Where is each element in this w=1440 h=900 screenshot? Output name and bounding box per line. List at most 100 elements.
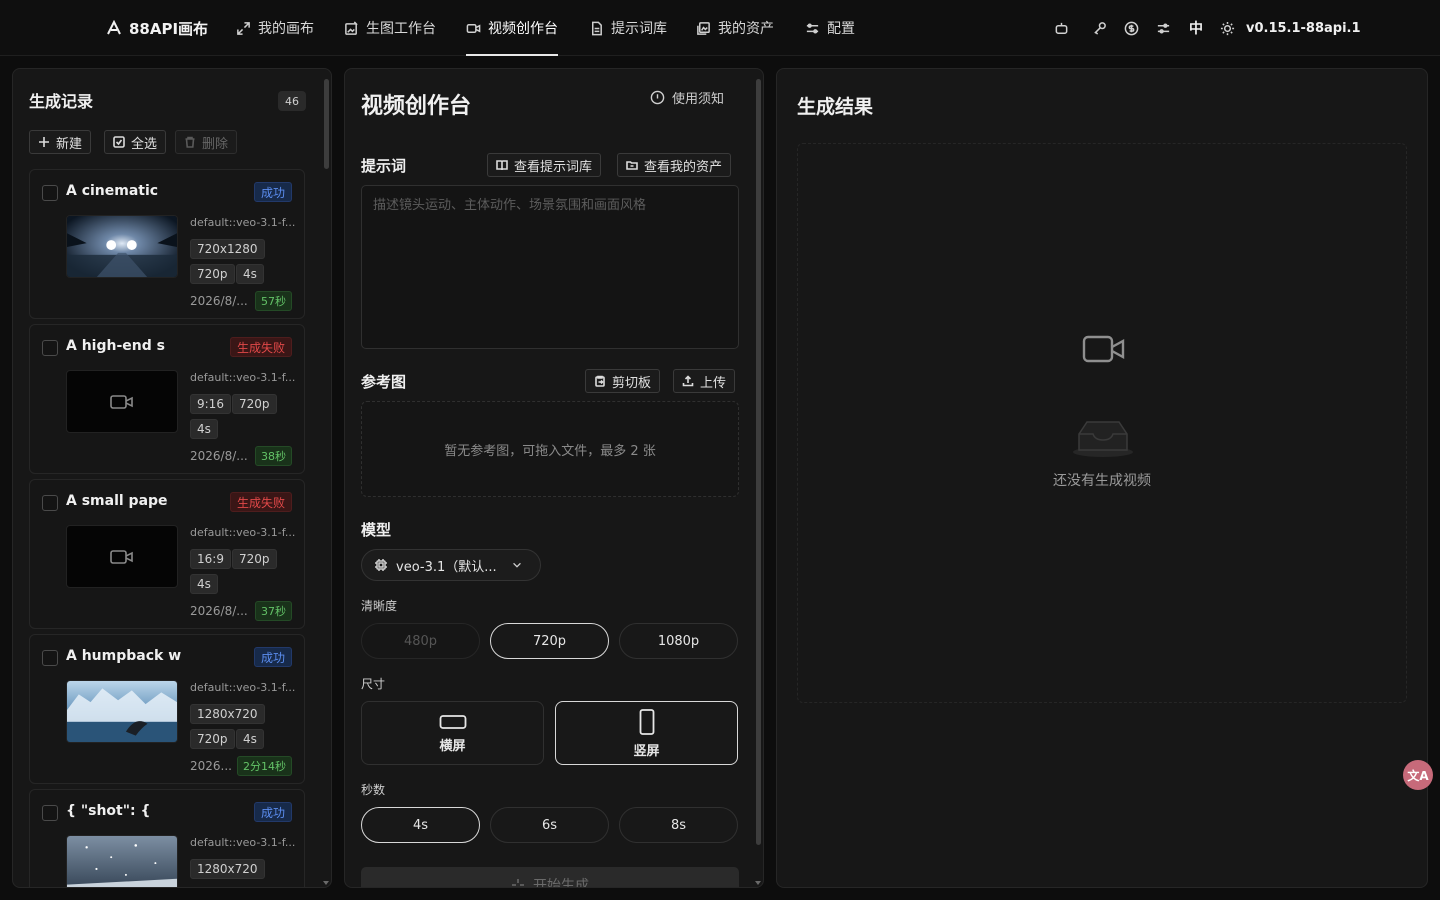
nav-prompt-library[interactable]: 提示词库 — [589, 0, 667, 56]
nav-label: 提示词库 — [611, 21, 667, 37]
history-title: 生成记录 — [29, 92, 94, 111]
reference-empty-text: 暂无参考图，可拖入文件，最多 2 张 — [444, 443, 656, 459]
landscape-icon — [439, 714, 466, 729]
record-date: 2026/8/... — [190, 604, 248, 618]
size-option-portrait[interactable]: 竖屏 — [555, 701, 738, 765]
view-prompt-library-button[interactable]: 查看提示词库 — [487, 153, 602, 177]
preferences-button[interactable] — [1156, 0, 1171, 56]
seconds-option-4s[interactable]: 4s — [361, 807, 480, 843]
scroll-down-arrow-icon[interactable] — [755, 881, 761, 885]
resolution-option-1080p[interactable]: 1080p — [619, 623, 738, 659]
seconds-option-6s[interactable]: 6s — [490, 807, 609, 843]
record-duration: 37秒 — [255, 601, 292, 621]
scroll-down-arrow-icon[interactable] — [323, 881, 329, 885]
studio-scrollbar[interactable] — [756, 79, 761, 845]
usage-notice-label: 使用须知 — [672, 92, 725, 107]
video-thumbnail[interactable] — [66, 835, 178, 887]
toggle-sliders-icon — [1157, 23, 1170, 33]
record-model: default::veo-3.1-f... — [190, 681, 296, 694]
select-all-button[interactable]: 全选 — [104, 130, 167, 154]
theme-toggle[interactable] — [1220, 0, 1235, 56]
robot-icon — [1055, 22, 1068, 34]
view-my-assets-button[interactable]: 查看我的资产 — [617, 153, 732, 177]
upload-label: 上传 — [700, 375, 727, 391]
delete-label: 删除 — [202, 136, 229, 152]
nav-label: 配置 — [827, 21, 855, 37]
key-icon — [1094, 21, 1106, 35]
billing-button[interactable] — [1124, 0, 1139, 56]
delete-button[interactable]: 删除 — [175, 130, 238, 154]
video-placeholder — [66, 525, 178, 588]
record-title: A cinematic — [66, 183, 159, 199]
list-item[interactable]: { "shot": { 成功 default::veo-3.1-f... 128… — [29, 789, 305, 887]
chevron-down-icon — [512, 562, 521, 568]
record-date: 2026/8/... — [190, 449, 248, 463]
video-thumbnail[interactable] — [66, 215, 178, 278]
generate-button[interactable]: 开始生成 — [361, 867, 739, 888]
record-model: default::veo-3.1-f... — [190, 371, 296, 384]
model-select-value: veo-3.1（默认... — [396, 559, 497, 575]
view-my-assets-label: 查看我的资产 — [644, 159, 723, 175]
record-model: default::veo-3.1-f... — [190, 216, 296, 229]
video-camera-icon — [110, 394, 133, 409]
status-badge: 生成失败 — [229, 492, 292, 512]
nav-image-studio[interactable]: 生图工作台 — [344, 0, 436, 56]
size-option-label: 竖屏 — [633, 743, 660, 759]
nav-my-assets[interactable]: 我的资产 — [696, 0, 774, 56]
seconds-option-8s[interactable]: 8s — [619, 807, 738, 843]
record-date: 2026... — [190, 759, 232, 773]
plus-icon — [39, 137, 49, 147]
list-item[interactable]: A small pape 生成失败 default::veo-3.1-f... … — [29, 479, 305, 629]
snow-scene-thumbnail-image — [67, 836, 177, 887]
nav-video-studio[interactable]: 视频创作台 — [466, 0, 558, 56]
sparkle-icon — [512, 879, 524, 887]
chip-icon — [375, 559, 387, 571]
record-title: { "shot": { — [66, 803, 151, 819]
record-checkbox[interactable] — [42, 805, 58, 821]
size-option-landscape[interactable]: 横屏 — [361, 701, 544, 765]
history-scrollbar[interactable] — [324, 79, 329, 169]
record-checkbox[interactable] — [42, 185, 58, 201]
api-key-button[interactable] — [1092, 0, 1107, 56]
brand-logo-link[interactable]: 88API画布 — [106, 0, 208, 56]
usage-notice-link[interactable]: 使用须知 — [650, 88, 724, 107]
model-select[interactable]: veo-3.1（默认... — [361, 549, 541, 581]
list-item[interactable]: A cinematic 成功 default::veo-3.1-f... 720… — [29, 169, 305, 319]
video-camera-icon — [1082, 335, 1125, 363]
clipboard-button[interactable]: 剪切板 — [585, 369, 661, 393]
result-panel: 生成结果 还没有生成视频 — [776, 68, 1428, 888]
nav-label: 生图工作台 — [366, 21, 436, 37]
prompt-textarea[interactable]: 描述镜头运动、主体动作、场景氛围和画面风格 — [361, 185, 739, 349]
new-button[interactable]: 新建 — [29, 130, 92, 154]
history-count-badge: 46 — [278, 91, 306, 111]
nav-label: 视频创作台 — [488, 21, 558, 37]
nav-my-canvas[interactable]: 我的画布 — [236, 0, 314, 56]
view-prompt-library-label: 查看提示词库 — [514, 159, 593, 175]
robot-button[interactable] — [1054, 0, 1069, 56]
folder-icon — [626, 161, 638, 170]
language-toggle[interactable]: 中 — [1189, 0, 1203, 56]
video-thumbnail[interactable] — [66, 680, 178, 743]
brand-logo-icon — [107, 20, 121, 35]
status-badge: 成功 — [253, 647, 292, 667]
new-button-label: 新建 — [56, 136, 83, 152]
status-badge: 成功 — [253, 802, 292, 822]
record-title: A humpback w — [66, 648, 182, 664]
resolution-option-480p[interactable]: 480p — [361, 623, 480, 659]
document-icon — [592, 21, 602, 35]
translate-float-button[interactable]: 文A — [1403, 760, 1433, 790]
record-checkbox[interactable] — [42, 650, 58, 666]
list-item[interactable]: A humpback w 成功 default::veo-3.1-f... 12… — [29, 634, 305, 784]
record-checkbox[interactable] — [42, 495, 58, 511]
record-checkbox[interactable] — [42, 340, 58, 356]
generate-button-label: 开始生成 — [533, 878, 589, 888]
video-placeholder — [66, 370, 178, 433]
upload-button[interactable]: 上传 — [673, 369, 736, 393]
reference-dropzone[interactable]: 暂无参考图，可拖入文件，最多 2 张 — [361, 401, 739, 497]
list-item[interactable]: A high-end s 生成失败 default::veo-3.1-f... … — [29, 324, 305, 474]
resolution-option-720p[interactable]: 720p — [490, 623, 609, 659]
nav-settings[interactable]: 配置 — [805, 0, 855, 56]
model-label: 模型 — [361, 521, 392, 539]
brand-name: 88API画布 — [129, 19, 209, 38]
record-duration: 57秒 — [255, 291, 292, 311]
